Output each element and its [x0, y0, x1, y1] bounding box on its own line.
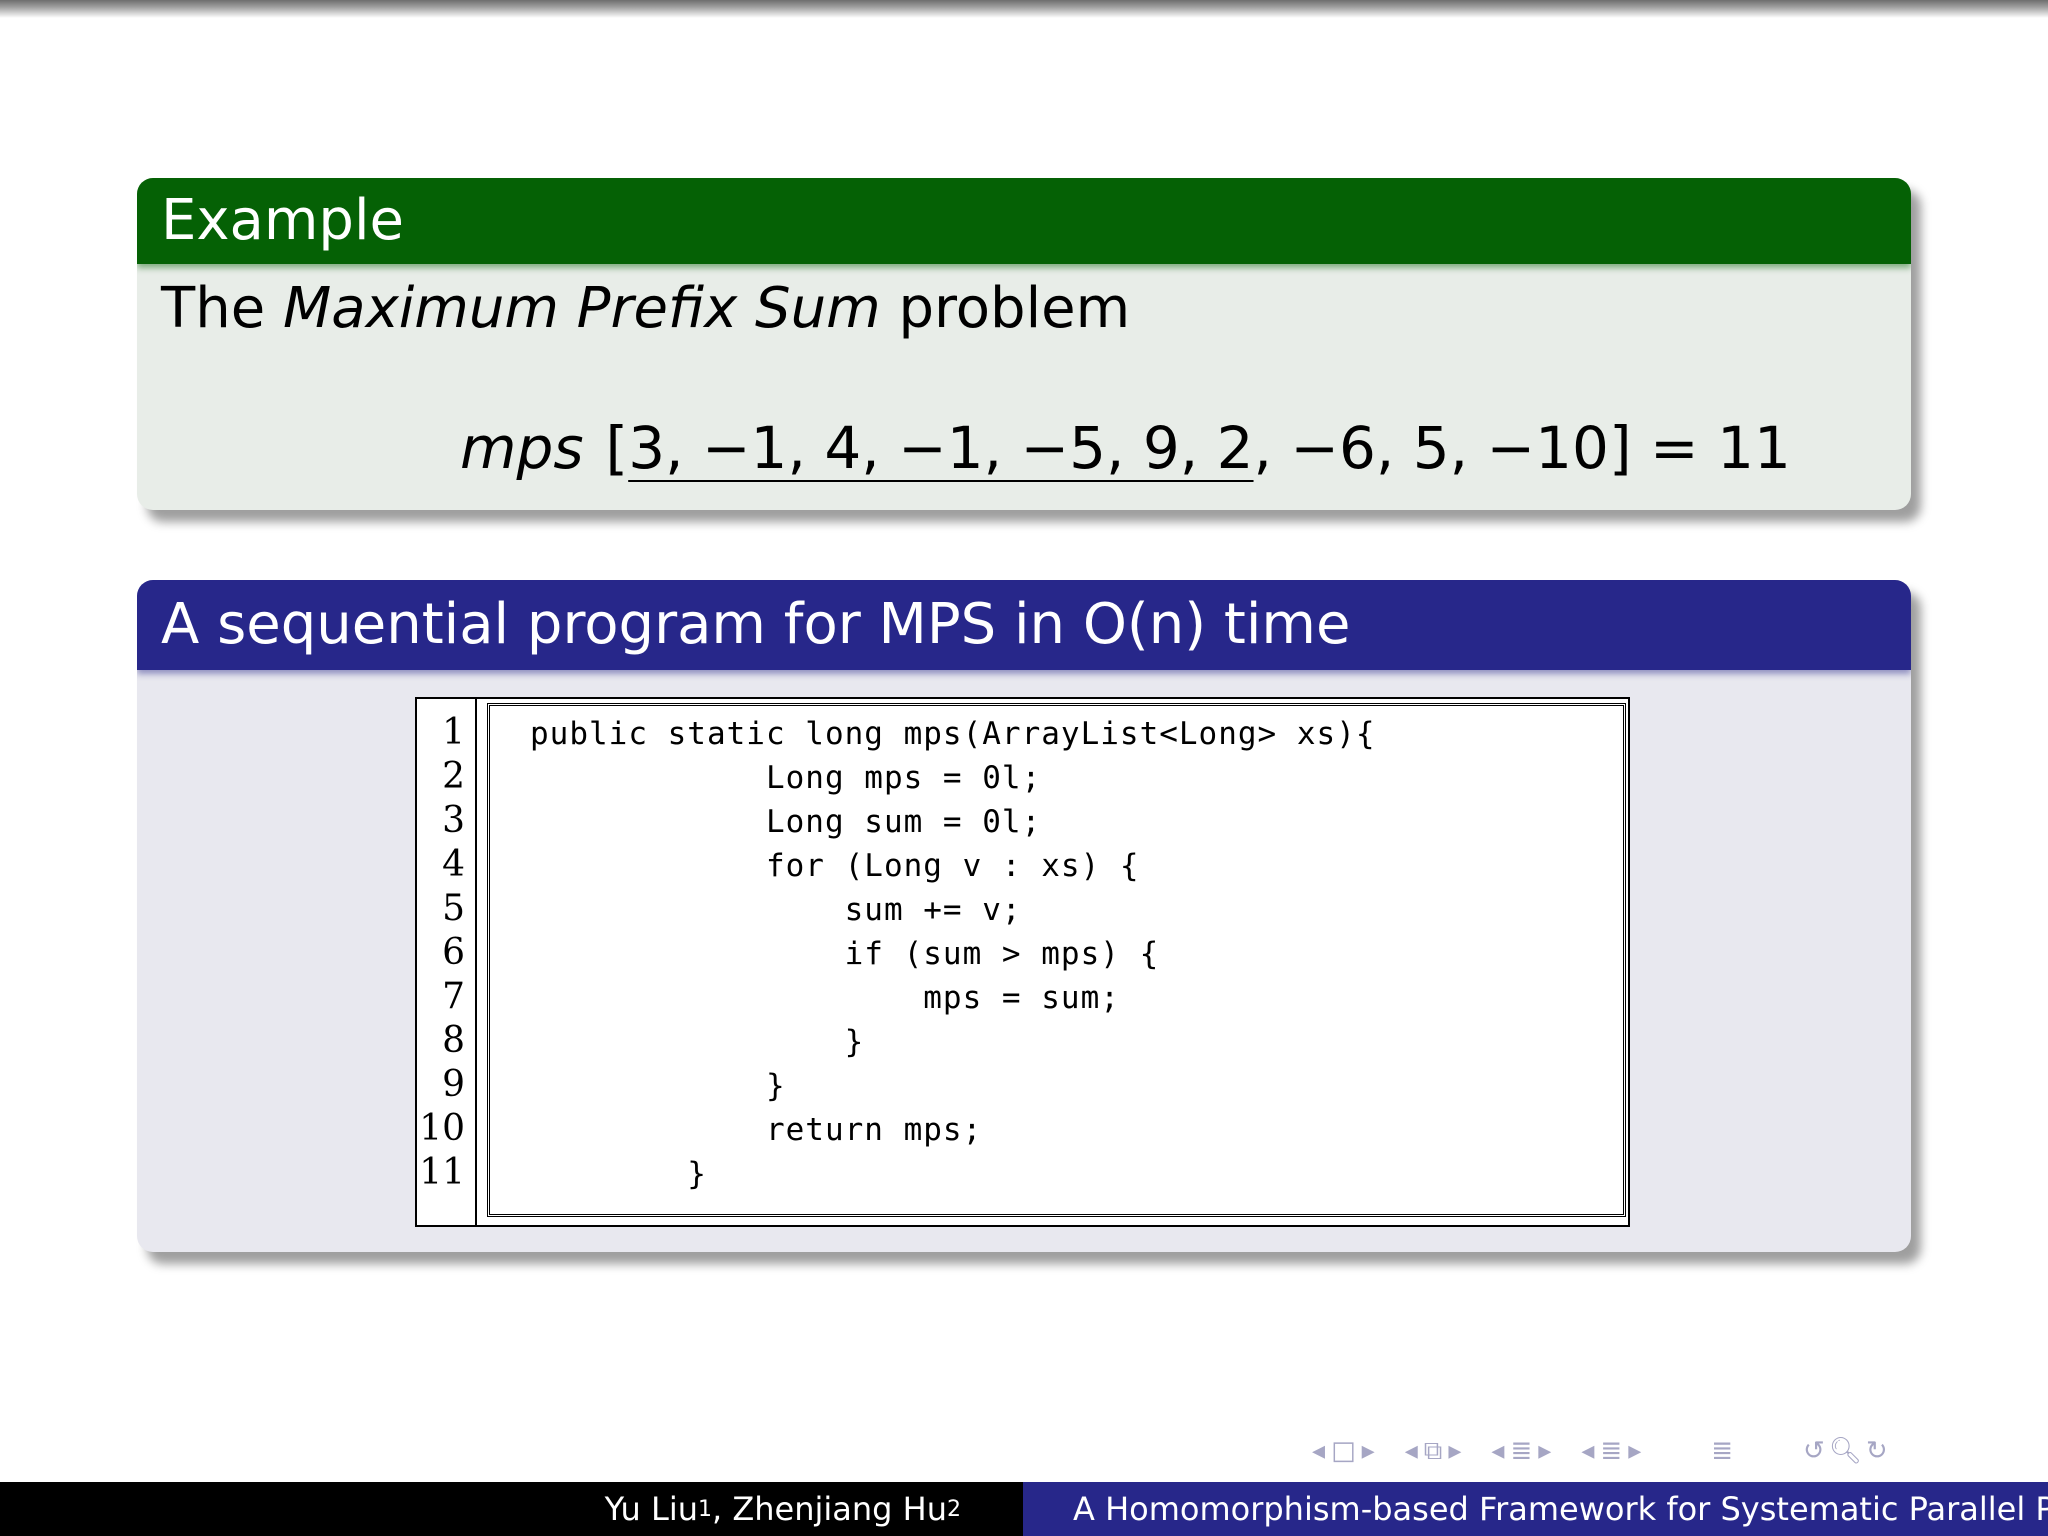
mps-formula: mps [3, −1, 4, −1, −5, 9, 2, −6, 5, −10] …: [460, 414, 1791, 482]
line-number: 9: [442, 1064, 465, 1105]
beamer-navigation: ◂ □ ▸ ◂ ⧉ ▸ ◂ ≣ ▸ ◂ ≣ ▸ ≣ ↺ 🔍︎ ↻: [1312, 1436, 1888, 1468]
footer-authors: Yu Liu 1, Zhenjiang Hu 2: [0, 1482, 1023, 1536]
nav-next-frame-icon[interactable]: ▸: [1362, 1436, 1375, 1468]
author-2: , Zhenjiang Hu: [711, 1490, 947, 1528]
footer: Yu Liu 1, Zhenjiang Hu 2 A Homomorphism-ba…: [0, 1482, 2048, 1536]
line-number: 1: [442, 712, 465, 753]
formula-prefix: 3, −1, 4, −1, −5, 9, 2: [628, 414, 1254, 482]
code-line: public static long mps(ArrayList<Long> x…: [530, 716, 1376, 752]
author-2-affiliation: 2: [947, 1496, 961, 1522]
code-line: for (Long v : xs) {: [530, 848, 1140, 884]
code-listing: 1 2 3 4 5 6 7 8 9 10 11 public static long mps(Arr…: [415, 697, 1630, 1227]
line-number: 10: [419, 1108, 465, 1149]
line-number: 4: [442, 844, 465, 885]
code-line: }: [530, 1068, 786, 1104]
nav-prev-frame-icon[interactable]: ◂: [1312, 1436, 1325, 1468]
code-box: public static long mps(ArrayList<Long> x…: [487, 703, 1626, 1217]
line-number: 5: [442, 888, 465, 929]
sequential-block-title: A sequential program for MPS in O(n) tim…: [137, 580, 1911, 670]
nav-prev-doc-icon[interactable]: ◂: [1581, 1436, 1594, 1468]
example-block: Example The Maximum Prefix Sum problem m…: [137, 178, 1911, 510]
formula-rest: , −6, 5, −10: [1253, 414, 1609, 482]
nav-prev-subsection-icon[interactable]: ◂: [1405, 1436, 1418, 1468]
nav-doc-icon[interactable]: ≣: [1600, 1436, 1622, 1468]
nav-next-section-icon[interactable]: ▸: [1538, 1436, 1551, 1468]
formula-result: = 11: [1631, 414, 1791, 482]
author-1-affiliation: 1: [697, 1496, 712, 1522]
code-line: return mps;: [530, 1112, 983, 1148]
code-line: }: [530, 1156, 707, 1192]
footer-title: A Homomorphism-based Framework for Syste…: [1023, 1482, 2048, 1536]
nav-forward-icon[interactable]: ↻: [1866, 1436, 1888, 1468]
formula-open-bracket: [: [605, 414, 629, 482]
nav-subsection-icon[interactable]: ⧉: [1424, 1436, 1443, 1468]
nav-section-icon[interactable]: ≣: [1510, 1436, 1532, 1468]
example-block-title: Example: [137, 178, 1911, 264]
line-number: 6: [442, 932, 465, 973]
line-number: 3: [442, 800, 465, 841]
example-text-italic: Maximum Prefix Sum: [282, 276, 881, 341]
example-text-before: The: [161, 276, 283, 341]
nav-prev-section-icon[interactable]: ◂: [1491, 1436, 1504, 1468]
code-line: }: [530, 1024, 865, 1060]
code-line: if (sum > mps) {: [530, 936, 1160, 972]
line-number: 2: [442, 756, 465, 797]
code-line: mps = sum;: [530, 980, 1120, 1016]
author-1: Yu Liu: [604, 1490, 698, 1528]
nav-next-subsection-icon[interactable]: ▸: [1448, 1436, 1461, 1468]
line-number: 8: [442, 1020, 465, 1061]
nav-next-doc-icon[interactable]: ▸: [1628, 1436, 1641, 1468]
code-line: Long mps = 0l;: [530, 760, 1042, 796]
line-number: 7: [442, 976, 465, 1017]
code-line: Long sum = 0l;: [530, 804, 1042, 840]
line-number: 11: [419, 1152, 465, 1193]
code-line: sum += v;: [530, 892, 1022, 928]
nav-search-icon[interactable]: 🔍︎: [1829, 1436, 1862, 1468]
sequential-block: A sequential program for MPS in O(n) tim…: [137, 580, 1911, 1252]
line-numbers: 1 2 3 4 5 6 7 8 9 10 11: [417, 699, 477, 1225]
nav-toc-icon[interactable]: ≣: [1711, 1436, 1733, 1468]
nav-frame-icon[interactable]: □: [1331, 1436, 1356, 1468]
formula-close-bracket: ]: [1608, 414, 1632, 482]
top-shadow: [0, 0, 2048, 18]
example-text: The Maximum Prefix Sum problem: [161, 276, 1130, 341]
nav-back-icon[interactable]: ↺: [1803, 1436, 1825, 1468]
example-text-after: problem: [880, 276, 1131, 341]
formula-function: mps: [460, 414, 584, 482]
